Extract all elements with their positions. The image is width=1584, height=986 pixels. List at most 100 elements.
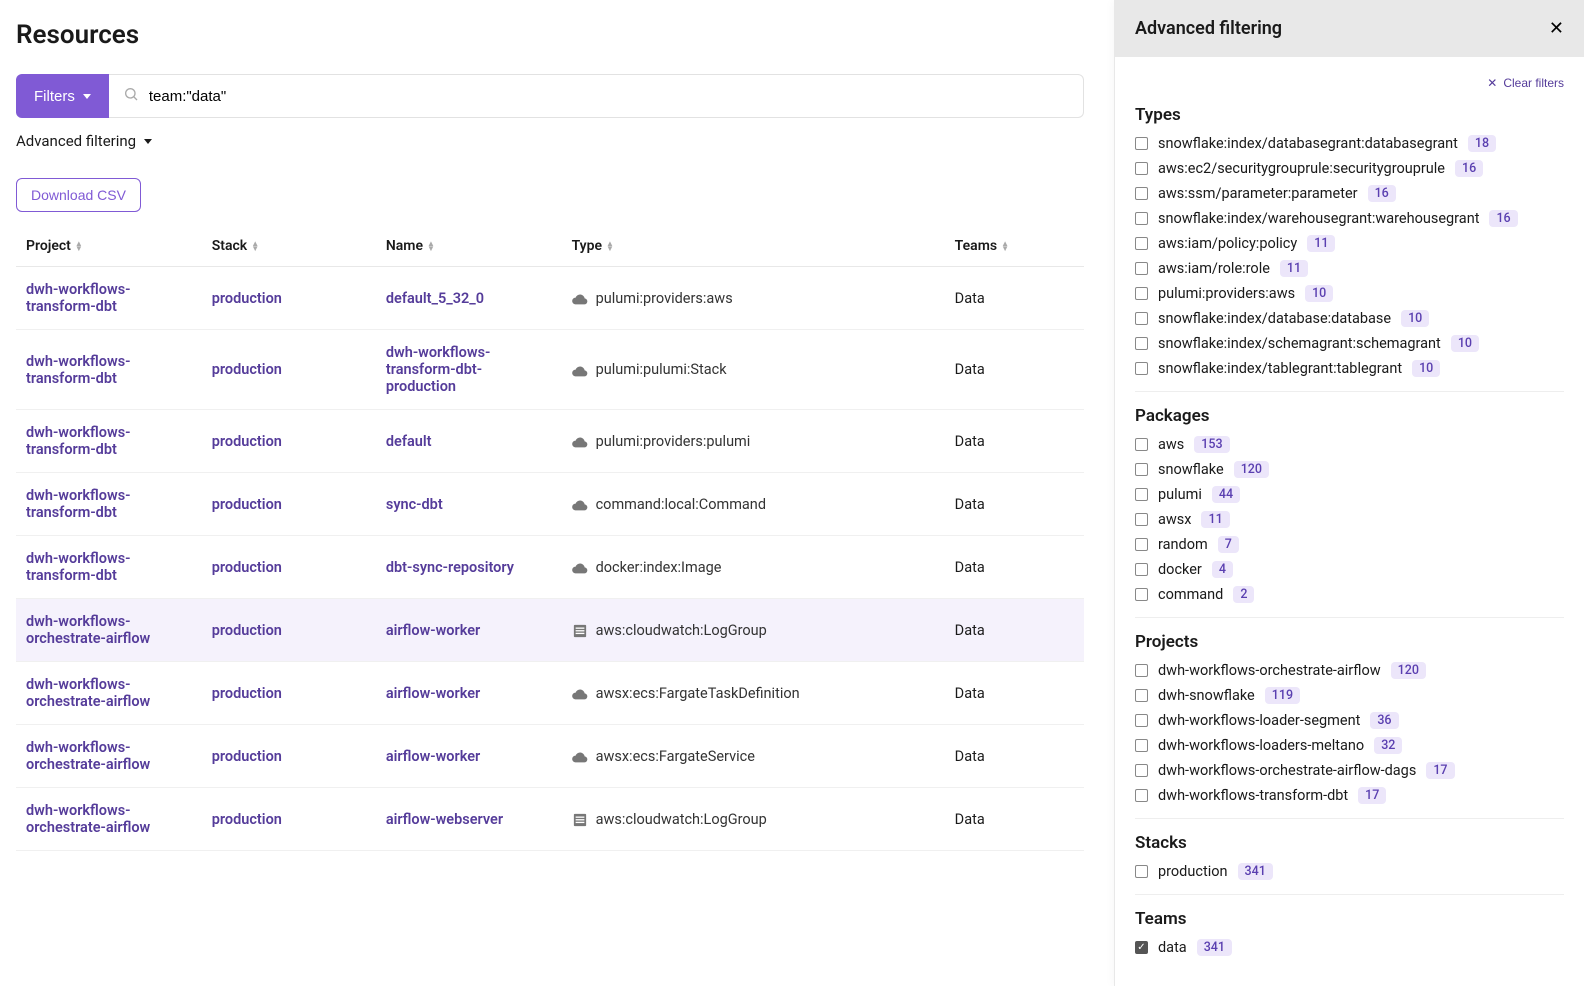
filter-item[interactable]: pulumi 44 <box>1135 486 1564 503</box>
filter-item[interactable]: random7 <box>1135 536 1564 553</box>
resource-name-link[interactable]: default <box>386 433 432 450</box>
checkbox[interactable] <box>1135 287 1148 300</box>
resource-name-link[interactable]: airflow-worker <box>386 685 480 702</box>
filter-item[interactable]: pulumi:providers:aws10 <box>1135 285 1564 302</box>
checkbox[interactable] <box>1135 865 1148 878</box>
filter-item[interactable]: aws153 <box>1135 436 1564 453</box>
table-row[interactable]: dwh-workflows-orchestrate-airflow product… <box>16 599 1084 662</box>
checkbox[interactable] <box>1135 513 1148 526</box>
resource-name-link[interactable]: dbt-sync-repository <box>386 559 514 576</box>
project-link[interactable]: dwh-workflows-transform-dbt <box>26 281 130 315</box>
filter-item[interactable]: production341 <box>1135 863 1564 880</box>
filter-item[interactable]: docker4 <box>1135 561 1564 578</box>
filter-item[interactable]: awsx11 <box>1135 511 1564 528</box>
column-header-stack[interactable]: Stack▲▼ <box>202 226 376 267</box>
table-row[interactable]: dwh-workflows-transform-dbt production syn… <box>16 473 1084 536</box>
checkbox[interactable] <box>1135 463 1148 476</box>
filter-item[interactable]: aws:iam/role:role11 <box>1135 260 1564 277</box>
project-link[interactable]: dwh-workflows-orchestrate-airflow <box>26 613 150 647</box>
project-link[interactable]: dwh-workflows-orchestrate-airflow <box>26 676 150 710</box>
project-link[interactable]: dwh-workflows-transform-dbt <box>26 550 130 584</box>
table-row[interactable]: dwh-workflows-transform-dbt production dbt… <box>16 536 1084 599</box>
stack-link[interactable]: production <box>212 622 282 639</box>
project-link[interactable]: dwh-workflows-orchestrate-airflow <box>26 739 150 773</box>
checkbox[interactable] <box>1135 588 1148 601</box>
filter-item[interactable]: data341 <box>1135 939 1564 956</box>
checkbox[interactable] <box>1135 212 1148 225</box>
column-header-name[interactable]: Name▲▼ <box>376 226 562 267</box>
checkbox[interactable] <box>1135 137 1148 150</box>
table-row[interactable]: dwh-workflows-transform-dbt production dwh… <box>16 330 1084 410</box>
filter-item[interactable]: aws:ssm/parameter:parameter16 <box>1135 185 1564 202</box>
stack-link[interactable]: production <box>212 811 282 828</box>
project-link[interactable]: dwh-workflows-transform-dbt <box>26 424 130 458</box>
stack-link[interactable]: production <box>212 290 282 307</box>
checkbox[interactable] <box>1135 941 1148 954</box>
filter-item[interactable]: snowflake:index/tablegrant:tablegrant10 <box>1135 360 1564 377</box>
filter-item-label: pulumi <box>1158 486 1202 503</box>
checkbox[interactable] <box>1135 563 1148 576</box>
stack-link[interactable]: production <box>212 685 282 702</box>
stack-link[interactable]: production <box>212 748 282 765</box>
close-panel-button[interactable]: ✕ <box>1549 18 1564 39</box>
checkbox[interactable] <box>1135 538 1148 551</box>
filter-item[interactable]: dwh-workflows-loaders-meltano32 <box>1135 737 1564 754</box>
stack-link[interactable]: production <box>212 433 282 450</box>
filter-item[interactable]: snowflake:index/schemagrant:schemagrant1… <box>1135 335 1564 352</box>
table-row[interactable]: dwh-workflows-transform-dbt production def… <box>16 267 1084 330</box>
stack-link[interactable]: production <box>212 496 282 513</box>
checkbox[interactable] <box>1135 362 1148 375</box>
filter-item[interactable]: command2 <box>1135 586 1564 603</box>
column-header-teams[interactable]: Teams▲▼ <box>945 226 1084 267</box>
count-badge: 44 <box>1212 486 1240 503</box>
project-link[interactable]: dwh-workflows-transform-dbt <box>26 353 130 387</box>
filter-item[interactable]: dwh-workflows-loader-segment36 <box>1135 712 1564 729</box>
checkbox[interactable] <box>1135 488 1148 501</box>
download-csv-button[interactable]: Download CSV <box>16 178 141 212</box>
checkbox[interactable] <box>1135 237 1148 250</box>
checkbox[interactable] <box>1135 664 1148 677</box>
column-header-project[interactable]: Project▲▼ <box>16 226 202 267</box>
resource-name-link[interactable]: airflow-worker <box>386 748 480 765</box>
resource-name-link[interactable]: dwh-workflows-transform-dbt-production <box>386 344 490 395</box>
checkbox[interactable] <box>1135 714 1148 727</box>
project-link[interactable]: dwh-workflows-orchestrate-airflow <box>26 802 150 836</box>
filter-item[interactable]: snowflake:index/database:database10 <box>1135 310 1564 327</box>
resource-name-link[interactable]: airflow-webserver <box>386 811 503 828</box>
checkbox[interactable] <box>1135 337 1148 350</box>
checkbox[interactable] <box>1135 689 1148 702</box>
checkbox[interactable] <box>1135 764 1148 777</box>
filter-item[interactable]: dwh-workflows-orchestrate-airflow-dags17 <box>1135 762 1564 779</box>
table-row[interactable]: dwh-workflows-orchestrate-airflow product… <box>16 725 1084 788</box>
checkbox[interactable] <box>1135 162 1148 175</box>
clear-filters-button[interactable]: ✕ Clear filters <box>1487 76 1564 90</box>
stack-link[interactable]: production <box>212 361 282 378</box>
checkbox[interactable] <box>1135 262 1148 275</box>
table-row[interactable]: dwh-workflows-transform-dbt production def… <box>16 410 1084 473</box>
filter-item[interactable]: aws:ec2/securitygrouprule:securitygroupr… <box>1135 160 1564 177</box>
checkbox[interactable] <box>1135 312 1148 325</box>
project-link[interactable]: dwh-workflows-transform-dbt <box>26 487 130 521</box>
table-row[interactable]: dwh-workflows-orchestrate-airflow product… <box>16 662 1084 725</box>
filter-item[interactable]: dwh-snowflake119 <box>1135 687 1564 704</box>
resource-name-link[interactable]: default_5_32_0 <box>386 290 484 307</box>
filter-item[interactable]: snowflake:index/warehousegrant:warehouse… <box>1135 210 1564 227</box>
search-input[interactable] <box>149 88 1069 105</box>
filter-item[interactable]: dwh-workflows-transform-dbt17 <box>1135 787 1564 804</box>
advanced-filtering-toggle[interactable]: Advanced filtering <box>16 132 1084 150</box>
stack-link[interactable]: production <box>212 559 282 576</box>
checkbox[interactable] <box>1135 187 1148 200</box>
checkbox[interactable] <box>1135 739 1148 752</box>
filter-item[interactable]: snowflake:index/databasegrant:databasegr… <box>1135 135 1564 152</box>
filter-item[interactable]: snowflake120 <box>1135 461 1564 478</box>
filters-button[interactable]: Filters <box>16 74 109 118</box>
filter-section-title: Types <box>1135 105 1564 125</box>
checkbox[interactable] <box>1135 438 1148 451</box>
filter-item[interactable]: aws:iam/policy:policy11 <box>1135 235 1564 252</box>
resource-name-link[interactable]: sync-dbt <box>386 496 443 513</box>
column-header-type[interactable]: Type▲▼ <box>562 226 945 267</box>
filter-item[interactable]: dwh-workflows-orchestrate-airflow120 <box>1135 662 1564 679</box>
resource-name-link[interactable]: airflow-worker <box>386 622 480 639</box>
table-row[interactable]: dwh-workflows-orchestrate-airflow product… <box>16 788 1084 851</box>
checkbox[interactable] <box>1135 789 1148 802</box>
